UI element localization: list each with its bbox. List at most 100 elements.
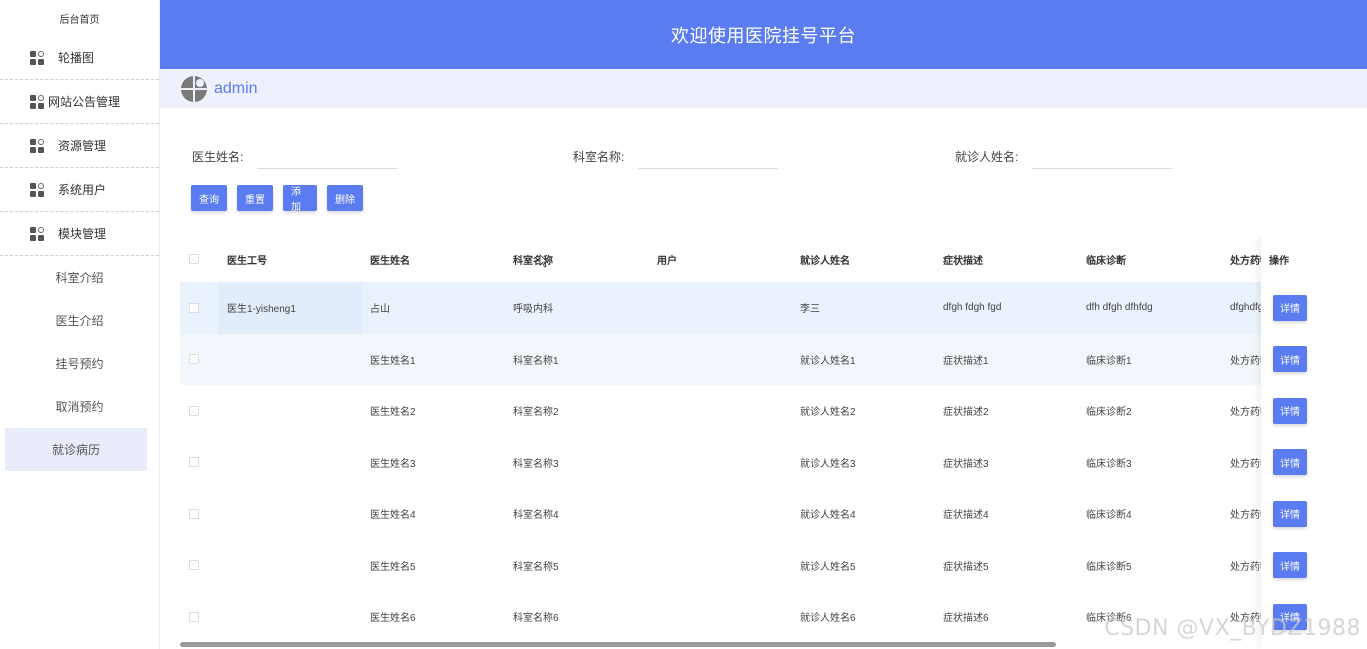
table-row[interactable]: 医生姓名1 科室名称1 就诊人姓名1 症状描述1 临床诊断1 处方药物1 (180, 333, 1348, 385)
records-table: 医生工号 医生姓名 科室名称 用户 就诊人姓名 症状描述 临床诊断 处方药物 医… (180, 236, 1348, 649)
col-user[interactable]: 用户 (657, 252, 677, 267)
sidebar-item-label: 系统用户 (58, 183, 107, 197)
user-bar: admin (160, 69, 1367, 108)
table-row[interactable]: 医生姓名5 科室名称5 就诊人姓名5 症状描述5 临床诊断5 处方药物5 (180, 540, 1348, 592)
cell-patient-name: 就诊人姓名1 (800, 355, 856, 367)
cell-patient-name: 李三 (800, 304, 820, 316)
search-field-patient-name: 就诊人姓名: (955, 142, 1173, 170)
cell-department: 科室名称5 (513, 561, 559, 573)
cell-patient-name: 就诊人姓名4 (800, 510, 856, 522)
cell-symptoms: 症状描述5 (943, 561, 989, 573)
cell-department: 科室名称2 (513, 407, 559, 419)
sidebar-item-departments[interactable]: 科室介绍 (0, 256, 159, 299)
query-button[interactable]: 查询 (191, 185, 227, 211)
cell-symptoms: 症状描述3 (943, 458, 989, 470)
grid-icon (30, 226, 44, 241)
grid-icon (30, 182, 44, 197)
reset-button[interactable]: 重置 (237, 185, 273, 211)
watermark: CSDN @VX_BYDZ1988 (1104, 616, 1361, 641)
detail-button[interactable]: 详情 (1273, 449, 1307, 476)
detail-button[interactable]: 详情 (1273, 294, 1307, 321)
avatar[interactable] (181, 75, 207, 102)
sidebar-item-cancel-appointment[interactable]: 取消预约 (0, 385, 159, 428)
detail-button[interactable]: 详情 (1273, 346, 1307, 373)
cell-symptoms: 症状描述2 (943, 407, 989, 419)
sidebar-item-system-users[interactable]: 系统用户 (0, 168, 159, 212)
doctor-name-input[interactable] (257, 143, 398, 169)
row-checkbox[interactable] (189, 457, 199, 468)
delete-button[interactable]: 删除 (327, 185, 363, 211)
cell-symptoms: dfgh fdgh fgd (943, 302, 1002, 314)
sidebar-item-resources[interactable]: 资源管理 (0, 124, 159, 168)
row-checkbox[interactable] (189, 611, 199, 622)
grid-icon (30, 94, 44, 109)
table-row[interactable]: 医生姓名2 科室名称2 就诊人姓名2 症状描述2 临床诊断2 处方药物2 (180, 385, 1348, 437)
cell-diagnosis: 临床诊断3 (1086, 458, 1132, 470)
sidebar-item-label: 资源管理 (58, 139, 107, 153)
table-row[interactable]: 医生姓名4 科室名称4 就诊人姓名4 症状描述4 临床诊断4 处方药物4 (180, 488, 1348, 540)
cell-doctor-name: 医生姓名2 (370, 407, 416, 419)
sidebar-item-label: 轮播图 (58, 51, 95, 65)
sidebar-item-modules[interactable]: 模块管理 (0, 212, 159, 256)
sidebar-home-link[interactable]: 后台首页 (0, 0, 159, 36)
row-checkbox[interactable] (189, 302, 199, 313)
cell-diagnosis: 临床诊断4 (1086, 510, 1132, 522)
table-row[interactable]: 医生1-yisheng1 占山 呼吸内科 李三 dfgh fdgh fgd df… (180, 282, 1348, 334)
cell-department: 科室名称4 (513, 510, 559, 522)
action-buttons: 查询 重置 添加 删除 (191, 185, 373, 213)
col-prescription[interactable]: 处方药物 (1230, 252, 1263, 267)
horizontal-scrollbar[interactable] (180, 642, 1056, 647)
col-patient-name[interactable]: 就诊人姓名 (800, 252, 850, 267)
cell-prescription: dfghdfg (1230, 302, 1263, 314)
cell-diagnosis: 临床诊断2 (1086, 407, 1132, 419)
col-doctor-id[interactable]: 医生工号 (227, 252, 267, 267)
sidebar-item-doctors[interactable]: 医生介绍 (0, 299, 159, 342)
operation-column: 操作 详情 详情 详情 详情 详情 详情 详情 (1261, 236, 1348, 649)
sidebar-item-medical-records[interactable]: 就诊病历 (5, 428, 147, 471)
search-field-doctor-name: 医生姓名: (192, 142, 398, 170)
row-checkbox[interactable] (189, 508, 199, 519)
col-doctor-name[interactable]: 医生姓名 (370, 252, 410, 267)
cell-symptoms: 症状描述1 (943, 355, 989, 367)
grid-icon (30, 138, 44, 153)
row-checkbox[interactable] (189, 354, 199, 365)
cell-doctor-name: 医生姓名6 (370, 613, 416, 625)
cell-department: 科室名称6 (513, 613, 559, 625)
select-all-checkbox[interactable] (189, 254, 199, 264)
table-row[interactable]: 医生姓名3 科室名称3 就诊人姓名3 症状描述3 临床诊断3 处方药物3 (180, 437, 1348, 489)
cell-department: 呼吸内科 (513, 304, 553, 316)
cell-prescription: 处方药物5 (1230, 561, 1263, 573)
cell-doctor-name: 医生姓名1 (370, 355, 416, 367)
col-symptoms[interactable]: 症状描述 (943, 252, 983, 267)
col-diagnosis[interactable]: 临床诊断 (1086, 252, 1126, 267)
search-field-department: 科室名称: (573, 142, 779, 170)
cell-patient-name: 就诊人姓名3 (800, 458, 856, 470)
detail-button[interactable]: 详情 (1273, 552, 1307, 579)
sidebar-item-appointments[interactable]: 挂号预约 (0, 342, 159, 385)
table-header: 医生工号 医生姓名 科室名称 用户 就诊人姓名 症状描述 临床诊断 处方药物 (180, 236, 1348, 282)
top-header: 欢迎使用医院挂号平台 (160, 0, 1367, 69)
mouse-cursor-icon (539, 254, 549, 268)
cell-patient-name: 就诊人姓名5 (800, 561, 856, 573)
cell-symptoms: 症状描述6 (943, 613, 989, 625)
patient-name-input[interactable] (1032, 143, 1173, 169)
cell-doctor-name: 医生姓名3 (370, 458, 416, 470)
row-checkbox[interactable] (189, 560, 199, 571)
cell-diagnosis: 临床诊断5 (1086, 561, 1132, 573)
search-form: 医生姓名: 科室名称: 就诊人姓名: (192, 142, 1292, 170)
cell-prescription: 处方药物2 (1230, 407, 1263, 419)
col-operation: 操作 (1269, 255, 1289, 267)
cell-doctor-id: 医生1-yisheng1 (227, 304, 296, 316)
cell-prescription: 处方药物1 (1230, 355, 1263, 367)
cell-department: 科室名称3 (513, 458, 559, 470)
department-input[interactable] (638, 143, 779, 169)
cell-prescription: 处方药物3 (1230, 458, 1263, 470)
detail-button[interactable]: 详情 (1273, 397, 1307, 424)
cell-symptoms: 症状描述4 (943, 510, 989, 522)
sidebar-item-announcements[interactable]: 网站公告管理 (0, 80, 159, 124)
detail-button[interactable]: 详情 (1273, 500, 1307, 527)
sidebar-item-carousel[interactable]: 轮播图 (0, 36, 159, 80)
add-button[interactable]: 添加 (283, 185, 317, 213)
row-checkbox[interactable] (189, 405, 199, 416)
username[interactable]: admin (214, 80, 258, 98)
